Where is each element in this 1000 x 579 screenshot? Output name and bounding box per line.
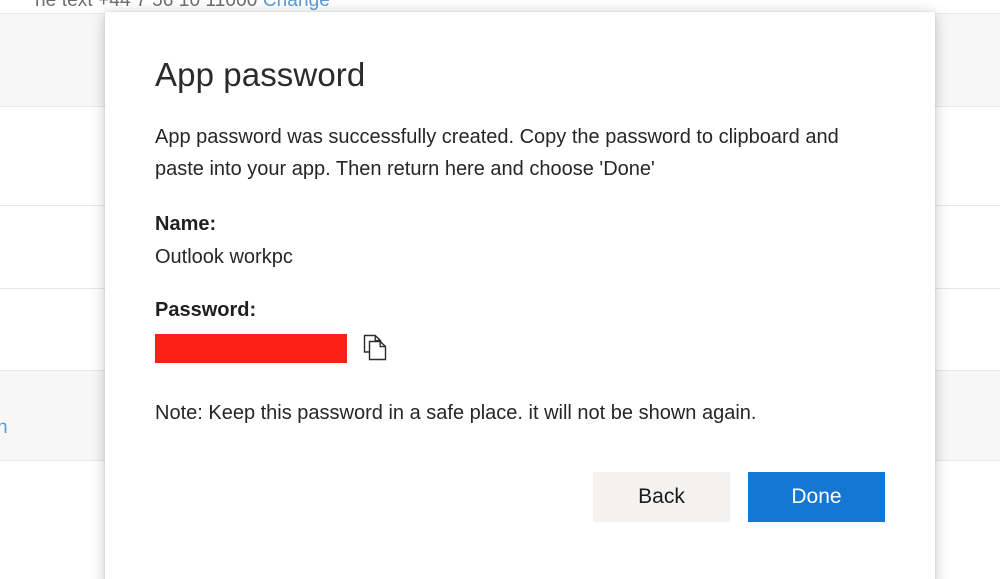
password-field-group: Password: (155, 296, 885, 363)
back-button[interactable]: Back (593, 472, 730, 522)
dialog-title: App password (155, 55, 885, 95)
background-phone-row: ne text +44 7 56 10 11000 Change (35, 0, 330, 12)
done-button[interactable]: Done (748, 472, 885, 522)
background-phone-text: ne text +44 7 56 10 11000 (35, 0, 263, 11)
copy-icon[interactable] (362, 334, 388, 362)
name-label: Name: (155, 210, 885, 239)
password-value-redacted (155, 334, 347, 363)
name-field-group: Name: Outlook workpc (155, 210, 885, 272)
app-password-dialog: App password App password was successful… (105, 12, 935, 579)
background-link-fragment[interactable]: n (0, 417, 8, 439)
password-value-row (155, 334, 885, 363)
password-label: Password: (155, 296, 885, 325)
dialog-note: Note: Keep this password in a safe place… (155, 399, 885, 428)
name-value: Outlook workpc (155, 243, 885, 272)
background-change-link[interactable]: Change (263, 0, 330, 11)
dialog-action-bar: Back Done (155, 472, 885, 522)
dialog-description: App password was successfully created. C… (155, 121, 855, 186)
